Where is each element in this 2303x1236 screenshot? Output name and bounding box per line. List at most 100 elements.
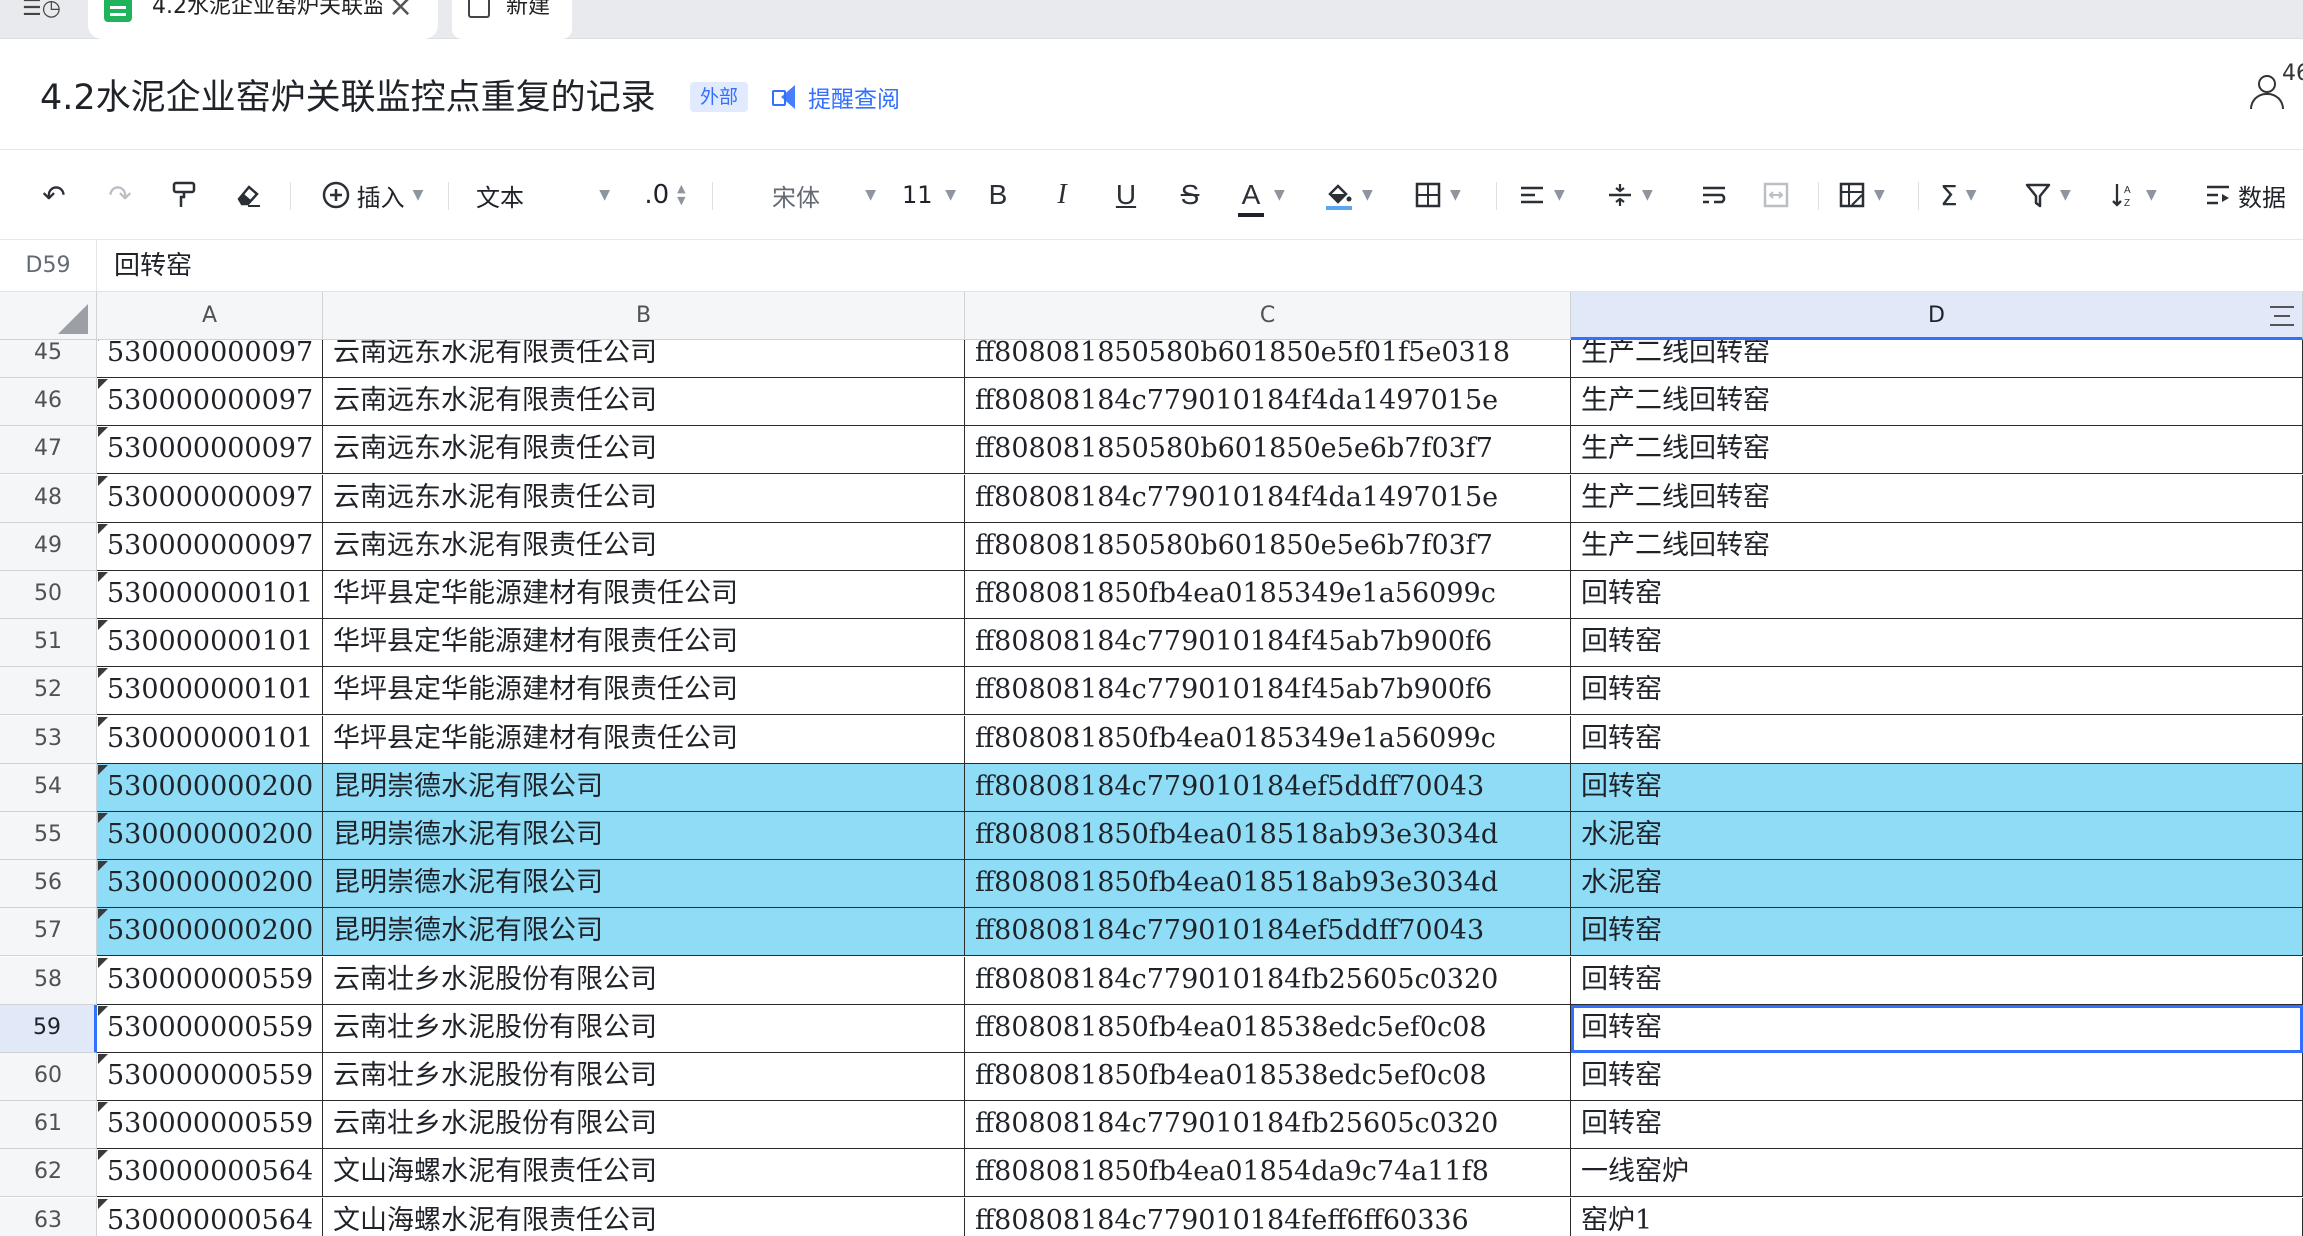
cell-d[interactable]: 生产二线回转窑 — [1571, 340, 2303, 378]
row-header[interactable]: 62 — [0, 1149, 97, 1198]
cell-b[interactable]: 云南远东水泥有限责任公司 — [323, 474, 965, 523]
conditional-format-button[interactable]: ▼ — [1838, 172, 1900, 218]
cell-b[interactable]: 文山海螺水泥有限责任公司 — [323, 1149, 965, 1198]
cell-a[interactable]: 530000000559 — [97, 1053, 323, 1101]
cell-c[interactable]: ff80808184c779010184f45ab7b900f6 — [965, 619, 1571, 668]
row-header[interactable]: 52 — [0, 667, 97, 716]
column-menu-icon[interactable] — [2270, 306, 2294, 326]
row-header[interactable]: 63 — [0, 1197, 97, 1236]
cell-c[interactable]: ff808081850fb4ea018538edc5ef0c08 — [965, 1053, 1571, 1101]
row-header[interactable]: 45 — [0, 340, 97, 378]
strikethrough-button[interactable]: S — [1172, 172, 1208, 218]
column-header-d[interactable]: D — [1571, 292, 2303, 340]
cell-c[interactable]: ff80808184c779010184ef5ddff70043 — [965, 763, 1571, 812]
document-title[interactable]: 4.2水泥企业窑炉关联监控点重复的记录 — [40, 69, 656, 120]
cell-c[interactable]: ff808081850fb4ea0185349e1a56099c — [965, 571, 1571, 619]
cell-a[interactable]: 530000000200 — [97, 812, 323, 860]
cell-b[interactable]: 昆明崇德水泥有限公司 — [323, 860, 965, 909]
cell-d[interactable]: 水泥窑 — [1571, 860, 2303, 909]
cell-a[interactable]: 530000000101 — [97, 619, 323, 668]
history-icon[interactable]: ☰◷ — [22, 0, 66, 22]
column-header-b[interactable]: B — [323, 292, 965, 340]
row-header[interactable]: 59 — [0, 1004, 97, 1053]
cell-c[interactable]: ff80808184c779010184fb25605c0320 — [965, 1101, 1571, 1150]
cell-a[interactable]: 530000000559 — [97, 956, 323, 1005]
cell-c[interactable]: ff808081850fb4ea01854da9c74a11f8 — [965, 1149, 1571, 1198]
cell-a[interactable]: 530000000097 — [97, 426, 323, 475]
tab-active-document[interactable]: 4.2水泥企业窑炉关联监控点重复的记录 × — [88, 0, 438, 39]
insert-button[interactable]: 插入 ▼ — [314, 172, 430, 218]
italic-button[interactable]: I — [1044, 172, 1080, 218]
border-button[interactable]: ▼ — [1414, 172, 1476, 218]
font-size-select[interactable]: 11 ▼ — [896, 172, 956, 218]
cell-c[interactable]: ff80808184c779010184f45ab7b900f6 — [965, 667, 1571, 716]
cell-c[interactable]: ff808081850fb4ea0185349e1a56099c — [965, 715, 1571, 764]
cell-d[interactable]: 生产二线回转窑 — [1571, 522, 2303, 571]
horizontal-align-button[interactable]: ▼ — [1518, 172, 1582, 218]
select-all-corner[interactable] — [0, 292, 97, 340]
cell-b[interactable]: 华坪县定华能源建材有限责任公司 — [323, 715, 965, 764]
cell-b[interactable]: 昆明崇德水泥有限公司 — [323, 763, 965, 812]
cell-c[interactable]: ff80808184c779010184f4da1497015e — [965, 474, 1571, 523]
cell-b[interactable]: 昆明崇德水泥有限公司 — [323, 812, 965, 860]
cell-a[interactable]: 530000000559 — [97, 1004, 323, 1053]
cell-b[interactable]: 云南远东水泥有限责任公司 — [323, 340, 965, 378]
sort-button[interactable]: AZ ▼ — [2110, 172, 2172, 218]
underline-button[interactable]: U — [1108, 172, 1144, 218]
font-color-button[interactable]: A ▼ — [1236, 172, 1296, 218]
cell-c[interactable]: ff808081850580b601850e5e6b7f03f7 — [965, 522, 1571, 571]
cell-b[interactable]: 云南壮乡水泥股份有限公司 — [323, 1053, 965, 1101]
formula-input[interactable]: 回转窑 — [114, 240, 192, 292]
row-header[interactable]: 60 — [0, 1053, 97, 1101]
row-header[interactable]: 57 — [0, 908, 97, 957]
undo-icon[interactable]: ↶ — [34, 172, 74, 218]
row-header[interactable]: 53 — [0, 715, 97, 764]
cell-d[interactable]: 回转窑 — [1571, 908, 2303, 957]
close-icon[interactable]: × — [388, 0, 413, 22]
decimal-stepper[interactable]: .0 ▲ ▼ — [630, 172, 694, 218]
cell-b[interactable]: 文山海螺水泥有限责任公司 — [323, 1197, 965, 1236]
row-header[interactable]: 55 — [0, 812, 97, 860]
cell-d[interactable]: 回转窑 — [1571, 619, 2303, 668]
cell-reference-box[interactable]: D59 — [0, 240, 97, 292]
cell-b[interactable]: 华坪县定华能源建材有限责任公司 — [323, 619, 965, 668]
row-header[interactable]: 48 — [0, 474, 97, 523]
cell-a[interactable]: 530000000200 — [97, 763, 323, 812]
cell-c[interactable]: ff80808184c779010184feff6ff60336 — [965, 1197, 1571, 1236]
cell-d[interactable]: 回转窑 — [1571, 715, 2303, 764]
cell-b[interactable]: 云南壮乡水泥股份有限公司 — [323, 956, 965, 1005]
column-header-c[interactable]: C — [965, 292, 1571, 340]
cell-a[interactable]: 530000000097 — [97, 340, 323, 378]
cell-c[interactable]: ff808081850fb4ea018538edc5ef0c08 — [965, 1004, 1571, 1053]
cell-d[interactable]: 回转窑 — [1571, 1004, 2303, 1053]
row-header[interactable]: 50 — [0, 571, 97, 619]
cell-a[interactable]: 530000000101 — [97, 667, 323, 716]
cell-a[interactable]: 530000000564 — [97, 1197, 323, 1236]
cell-d[interactable]: 回转窑 — [1571, 571, 2303, 619]
row-header[interactable]: 46 — [0, 378, 97, 427]
vertical-align-button[interactable]: ▼ — [1606, 172, 1670, 218]
cell-c[interactable]: ff808081850580b601850e5f01f5e0318 — [965, 340, 1571, 378]
number-format-select[interactable]: 文本 ▼ — [470, 172, 610, 218]
cell-c[interactable]: ff808081850fb4ea018518ab93e3034d — [965, 860, 1571, 909]
font-family-select[interactable]: 宋体 ▼ — [766, 172, 876, 218]
cell-c[interactable]: ff80808184c779010184fb25605c0320 — [965, 956, 1571, 1005]
cell-a[interactable]: 530000000564 — [97, 1149, 323, 1198]
cell-c[interactable]: ff80808184c779010184ef5ddff70043 — [965, 908, 1571, 957]
row-header[interactable]: 51 — [0, 619, 97, 668]
cell-b[interactable]: 云南壮乡水泥股份有限公司 — [323, 1004, 965, 1053]
row-header[interactable]: 47 — [0, 426, 97, 475]
filter-button[interactable]: ▼ — [2024, 172, 2086, 218]
data-menu-button[interactable]: 数据 — [2204, 172, 2300, 218]
cell-a[interactable]: 530000000101 — [97, 715, 323, 764]
cell-b[interactable]: 昆明崇德水泥有限公司 — [323, 908, 965, 957]
cell-a[interactable]: 530000000101 — [97, 571, 323, 619]
format-painter-icon[interactable] — [164, 172, 204, 218]
cell-d[interactable]: 回转窑 — [1571, 1101, 2303, 1150]
fill-color-button[interactable]: ▼ — [1324, 172, 1390, 218]
cell-a[interactable]: 530000000097 — [97, 378, 323, 427]
cell-b[interactable]: 云南壮乡水泥股份有限公司 — [323, 1101, 965, 1150]
cell-d[interactable]: 回转窑 — [1571, 763, 2303, 812]
row-header[interactable]: 56 — [0, 860, 97, 909]
cell-c[interactable]: ff808081850580b601850e5e6b7f03f7 — [965, 426, 1571, 475]
